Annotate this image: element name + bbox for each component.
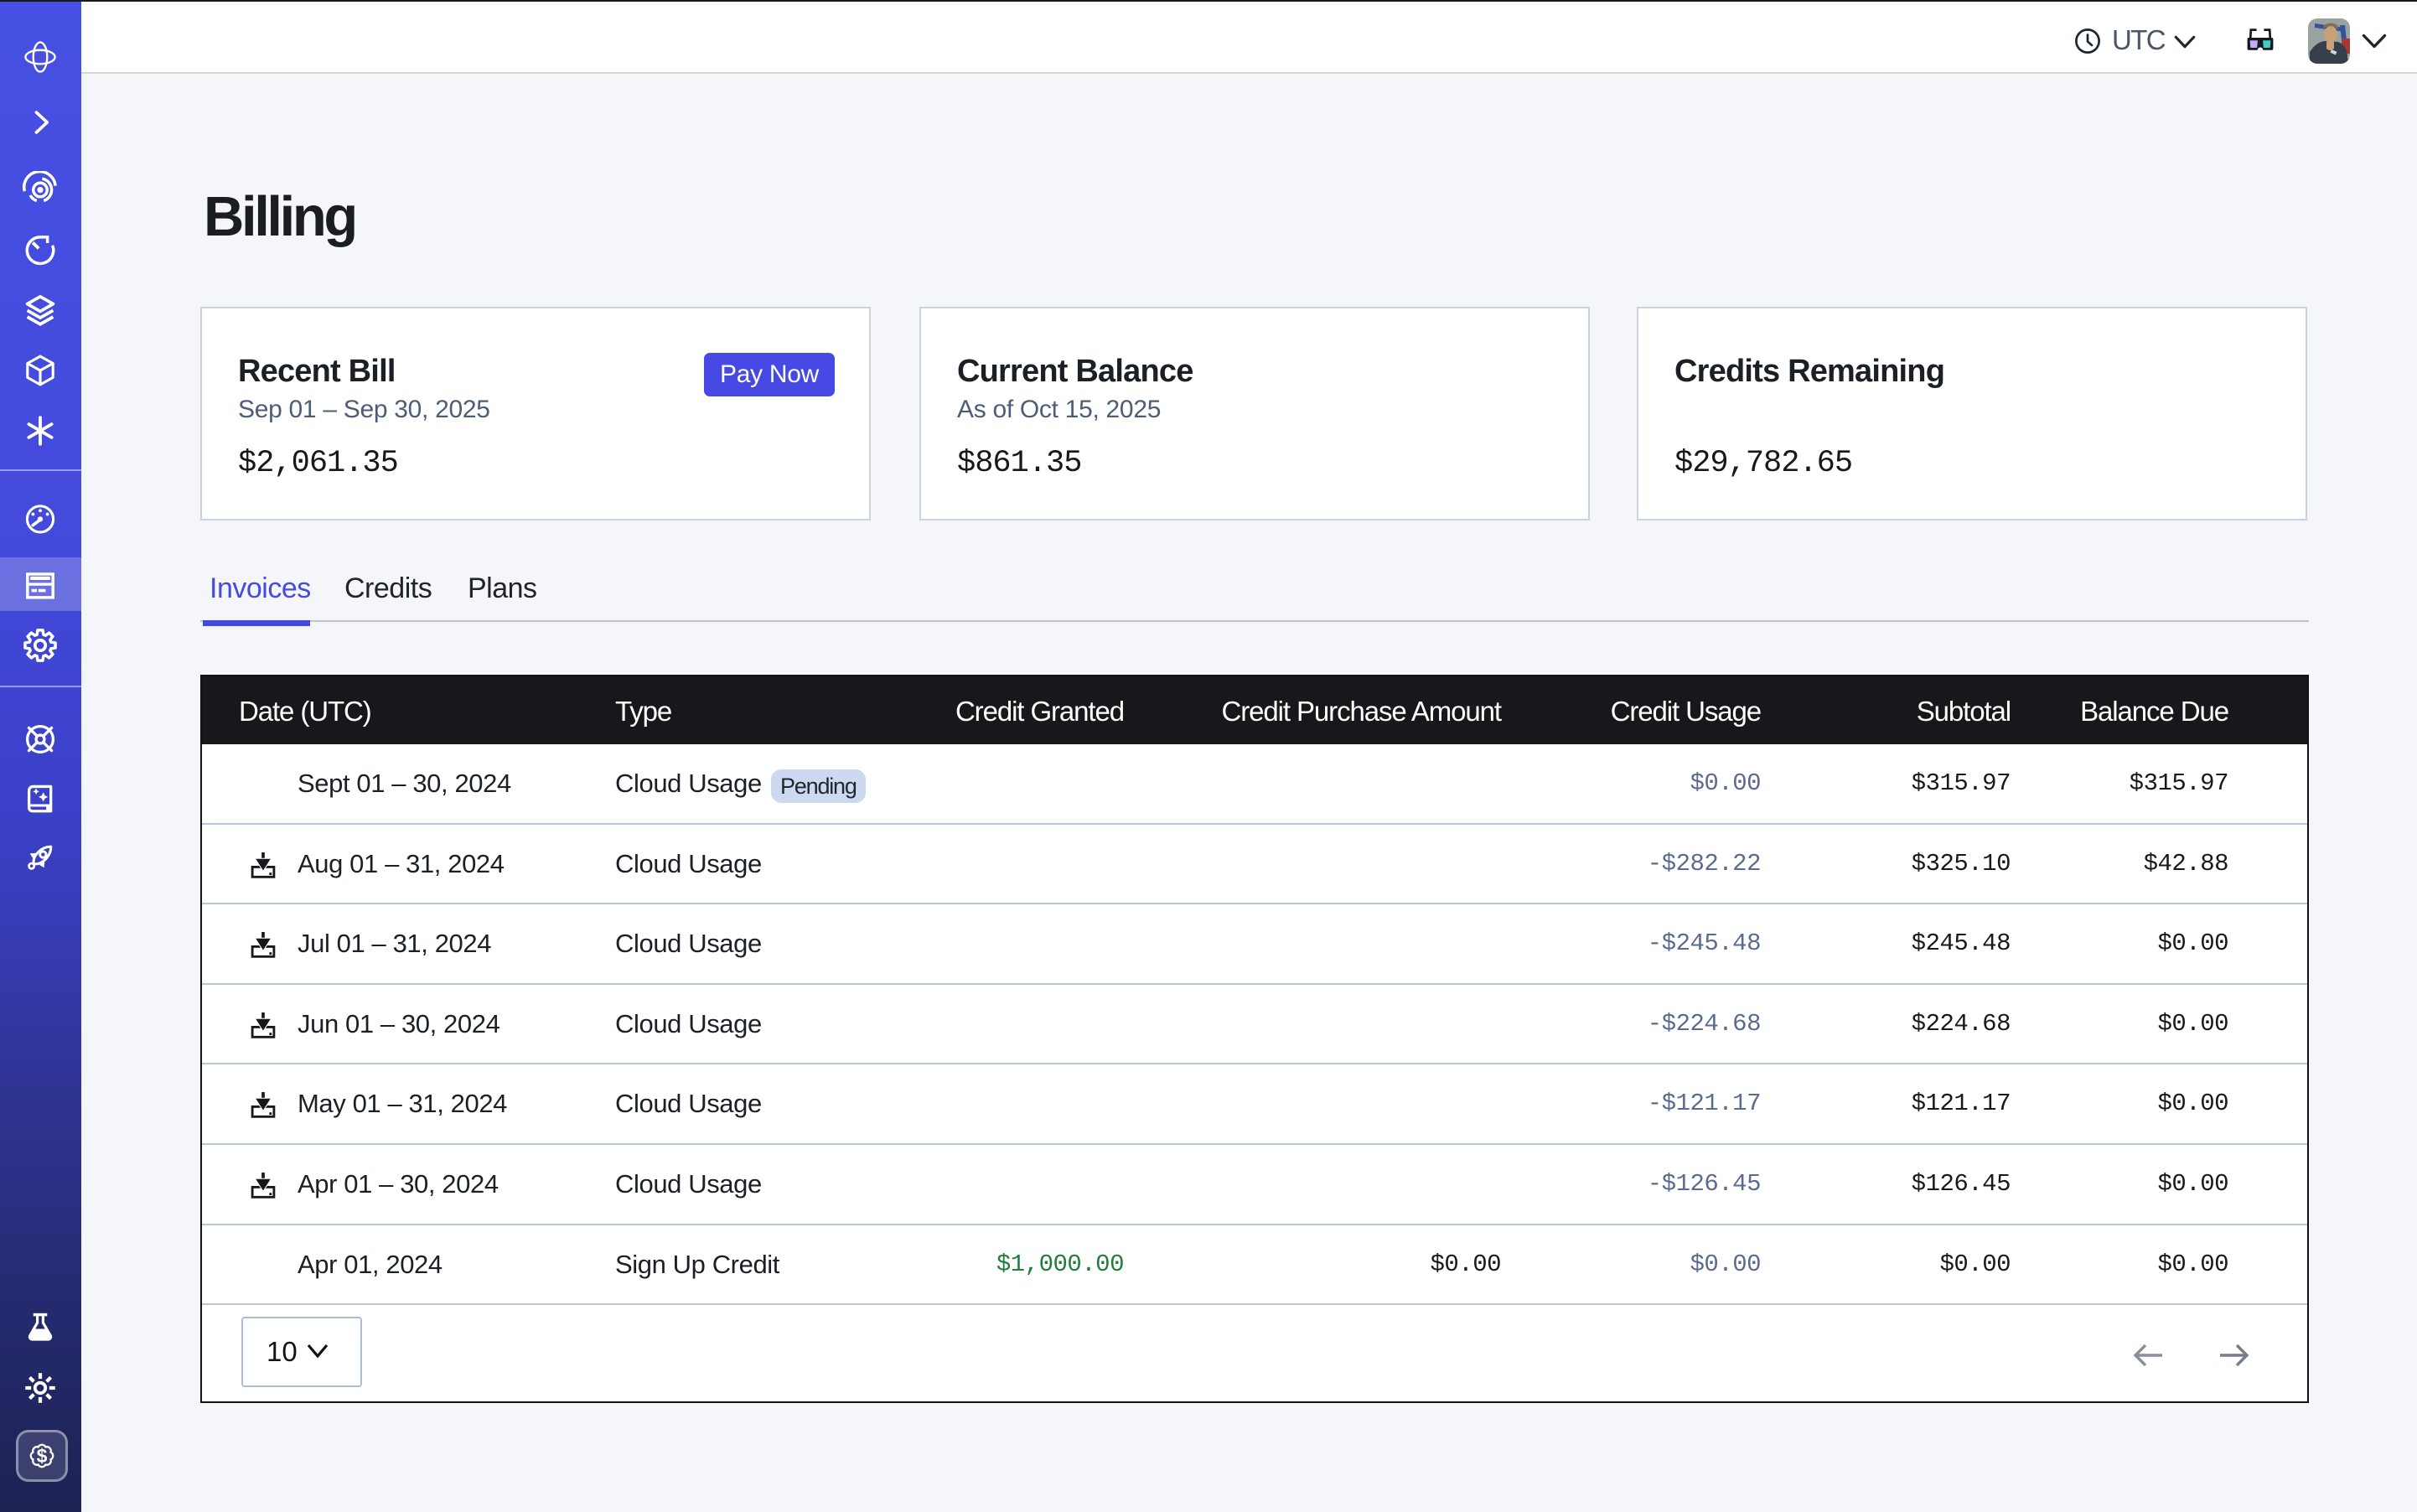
svg-text:$: $ xyxy=(37,1445,48,1467)
